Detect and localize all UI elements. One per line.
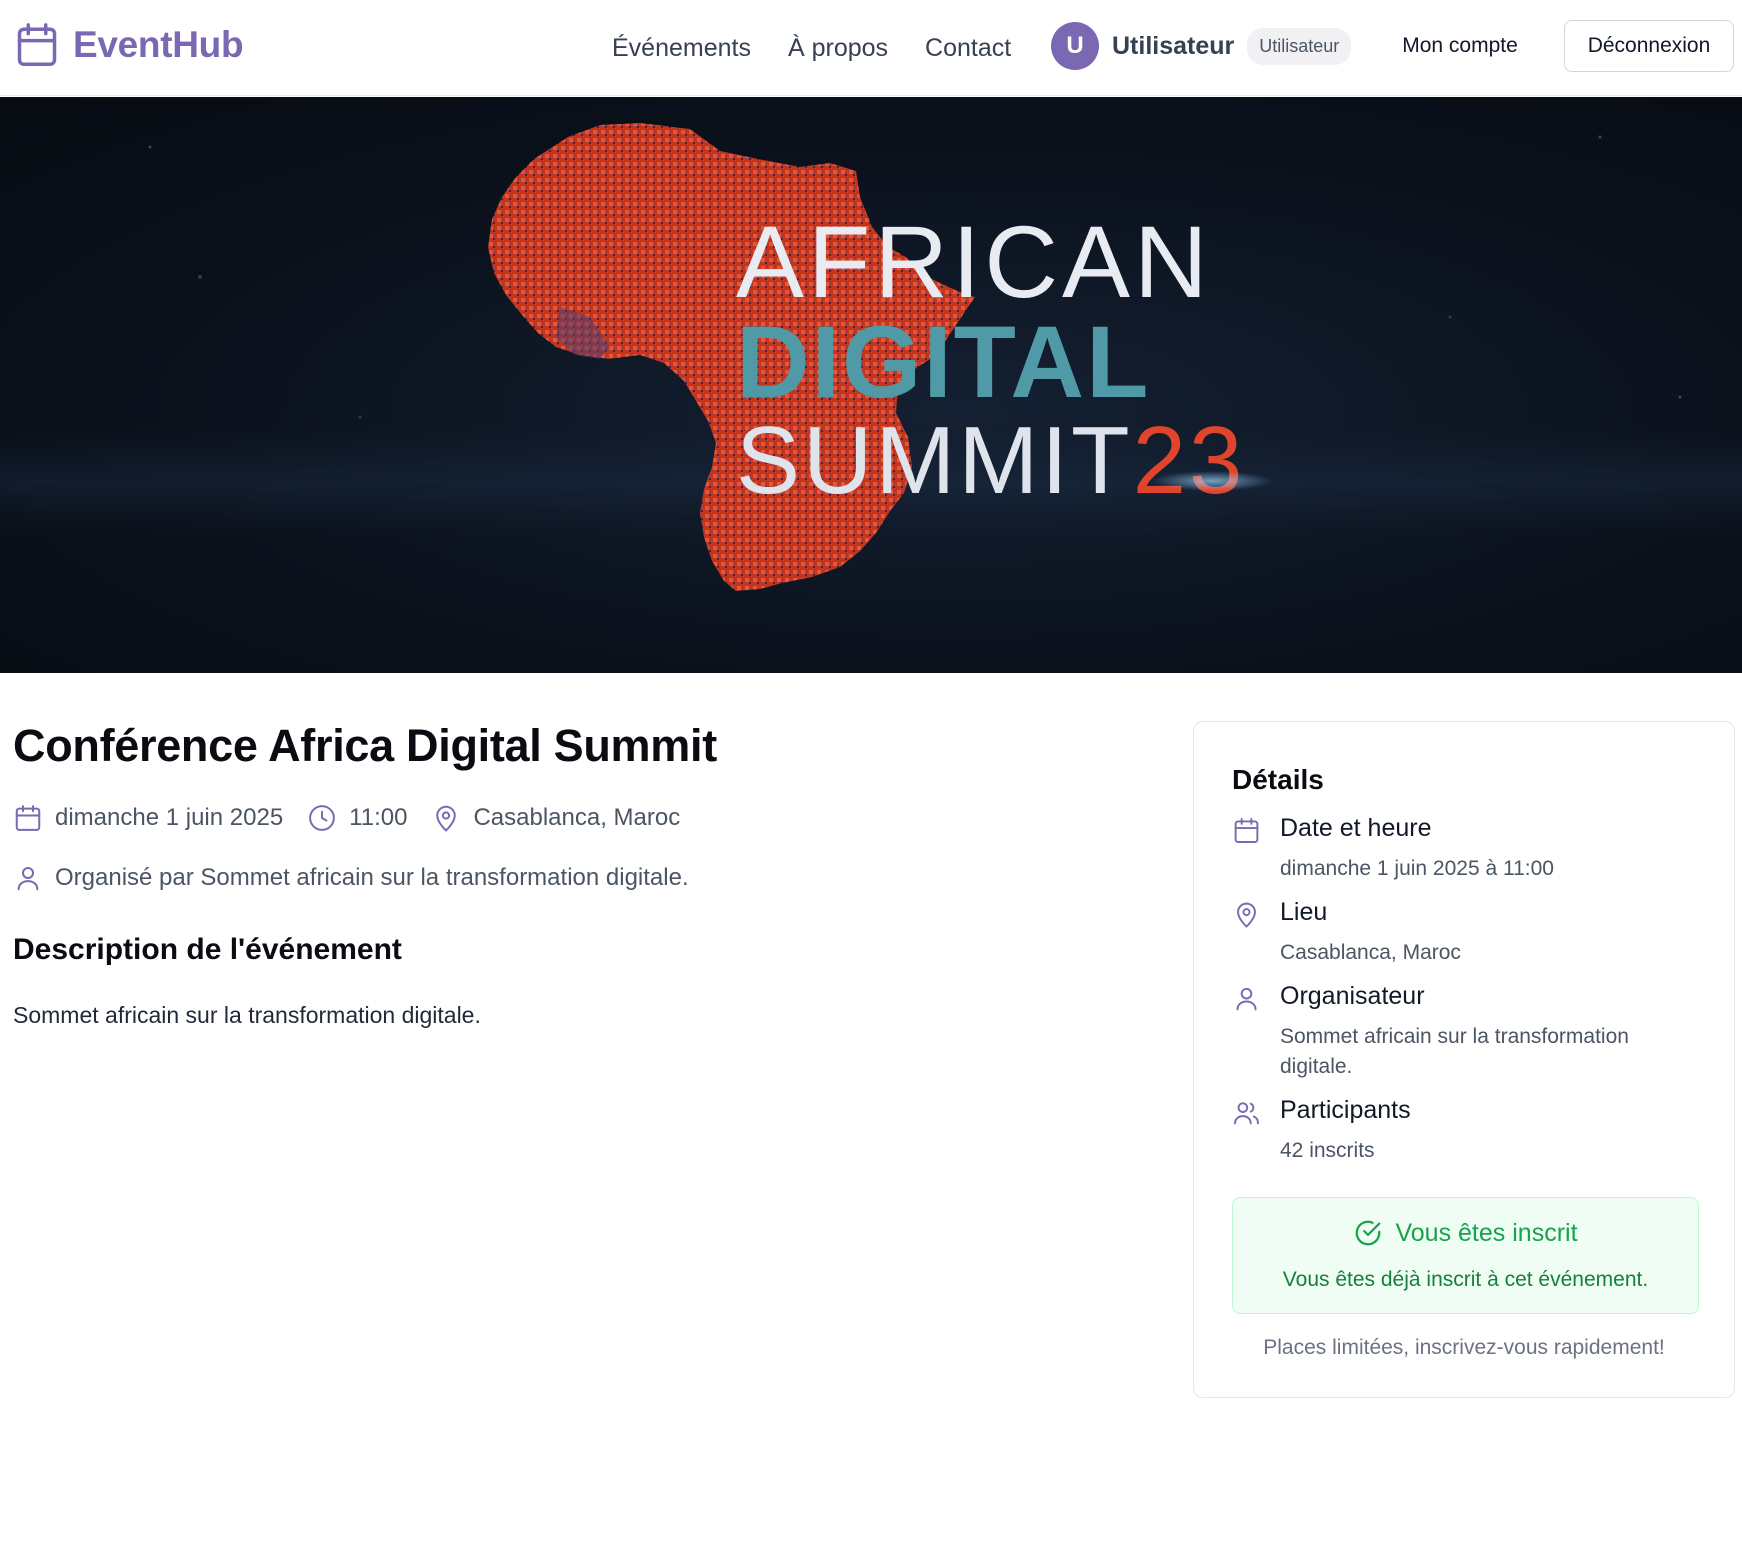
registration-status-title: Vous êtes inscrit <box>1395 1218 1578 1247</box>
detail-place-label: Lieu <box>1280 898 1328 926</box>
limited-places-note: Places limitées, inscrivez-vous rapideme… <box>1263 1336 1665 1359</box>
event-meta: dimanche 1 juin 2025 11:00 Casablanca, M… <box>13 800 704 836</box>
map-pin-icon <box>436 805 457 832</box>
logout-button[interactable]: Déconnexion <box>1564 20 1734 72</box>
event-banner-image: AFRICAN DIGITAL SUMMIT23 <box>0 97 1742 673</box>
avatar: U <box>1051 22 1099 70</box>
event-location-text: Casablanca, Maroc <box>473 804 681 831</box>
calendar-icon <box>15 805 41 831</box>
nav-link-about[interactable]: À propos <box>788 34 888 63</box>
user-menu[interactable]: U Utilisateur Utilisateur <box>1051 22 1352 70</box>
event-time: 11:00 <box>307 803 407 833</box>
banner-title-summit: SUMMIT23 <box>736 407 1245 514</box>
event-date-text: dimanche 1 juin 2025 <box>55 804 284 831</box>
registration-status: Vous êtes inscrit Vous êtes déjà inscrit… <box>1232 1197 1699 1314</box>
detail-date-label: Date et heure <box>1280 814 1432 842</box>
description-heading: Description de l'événement <box>13 933 402 966</box>
calendar-logo-icon <box>17 23 57 66</box>
event-location: Casablanca, Maroc <box>431 803 680 833</box>
event-date: dimanche 1 juin 2025 <box>13 803 283 833</box>
role-badge: Utilisateur <box>1247 27 1352 65</box>
user-icon <box>17 867 39 891</box>
nav-link-events[interactable]: Événements <box>612 34 751 63</box>
clock-icon <box>309 805 336 831</box>
detail-place-value: Casablanca, Maroc <box>1280 941 1461 964</box>
event-time-text: 11:00 <box>349 804 408 831</box>
brand-logo-link[interactable]: EventHub <box>16 22 244 68</box>
event-organizer: Organisé par Sommet africain sur la tran… <box>13 860 689 896</box>
details-title: Détails <box>1232 764 1324 795</box>
organizer-text: Organisé par Sommet africain sur la tran… <box>55 864 689 891</box>
check-circle-icon <box>1356 1220 1381 1246</box>
users-icon <box>1234 1102 1259 1125</box>
user-name: Utilisateur <box>1112 31 1235 60</box>
registration-status-text: Vous êtes déjà inscrit à cet événement. <box>1282 1268 1649 1291</box>
calendar-icon <box>1234 818 1259 843</box>
banner-artwork: AFRICAN DIGITAL SUMMIT23 <box>0 123 1742 591</box>
details-card: Détails Date et heure dimanche 1 juin 20… <box>1193 721 1735 1398</box>
description-text: Sommet africain sur la transformation di… <box>13 1002 481 1028</box>
detail-organizer-value: Sommet africain sur la transformation di… <box>1280 1025 1629 1078</box>
map-pin-icon <box>1237 902 1256 928</box>
detail-organizer-label: Organisateur <box>1280 982 1425 1010</box>
detail-participants-label: Participants <box>1280 1096 1411 1124</box>
banner-title-african: AFRICAN <box>736 205 1212 319</box>
user-icon <box>1236 987 1257 1011</box>
detail-date-value: dimanche 1 juin 2025 à 11:00 <box>1280 857 1554 880</box>
detail-participants-value: 42 inscrits <box>1280 1139 1375 1162</box>
main-nav: Événements À propos Contact <box>612 0 1011 96</box>
my-account-button[interactable]: Mon compte <box>1382 20 1538 72</box>
brand-name: EventHub <box>73 24 244 65</box>
top-navbar: EventHub Événements À propos Contact U U… <box>0 0 1742 96</box>
banner-title-digital: DIGITAL <box>736 305 1150 419</box>
event-title: Conférence Africa Digital Summit <box>13 720 717 771</box>
nav-link-contact[interactable]: Contact <box>925 34 1011 63</box>
